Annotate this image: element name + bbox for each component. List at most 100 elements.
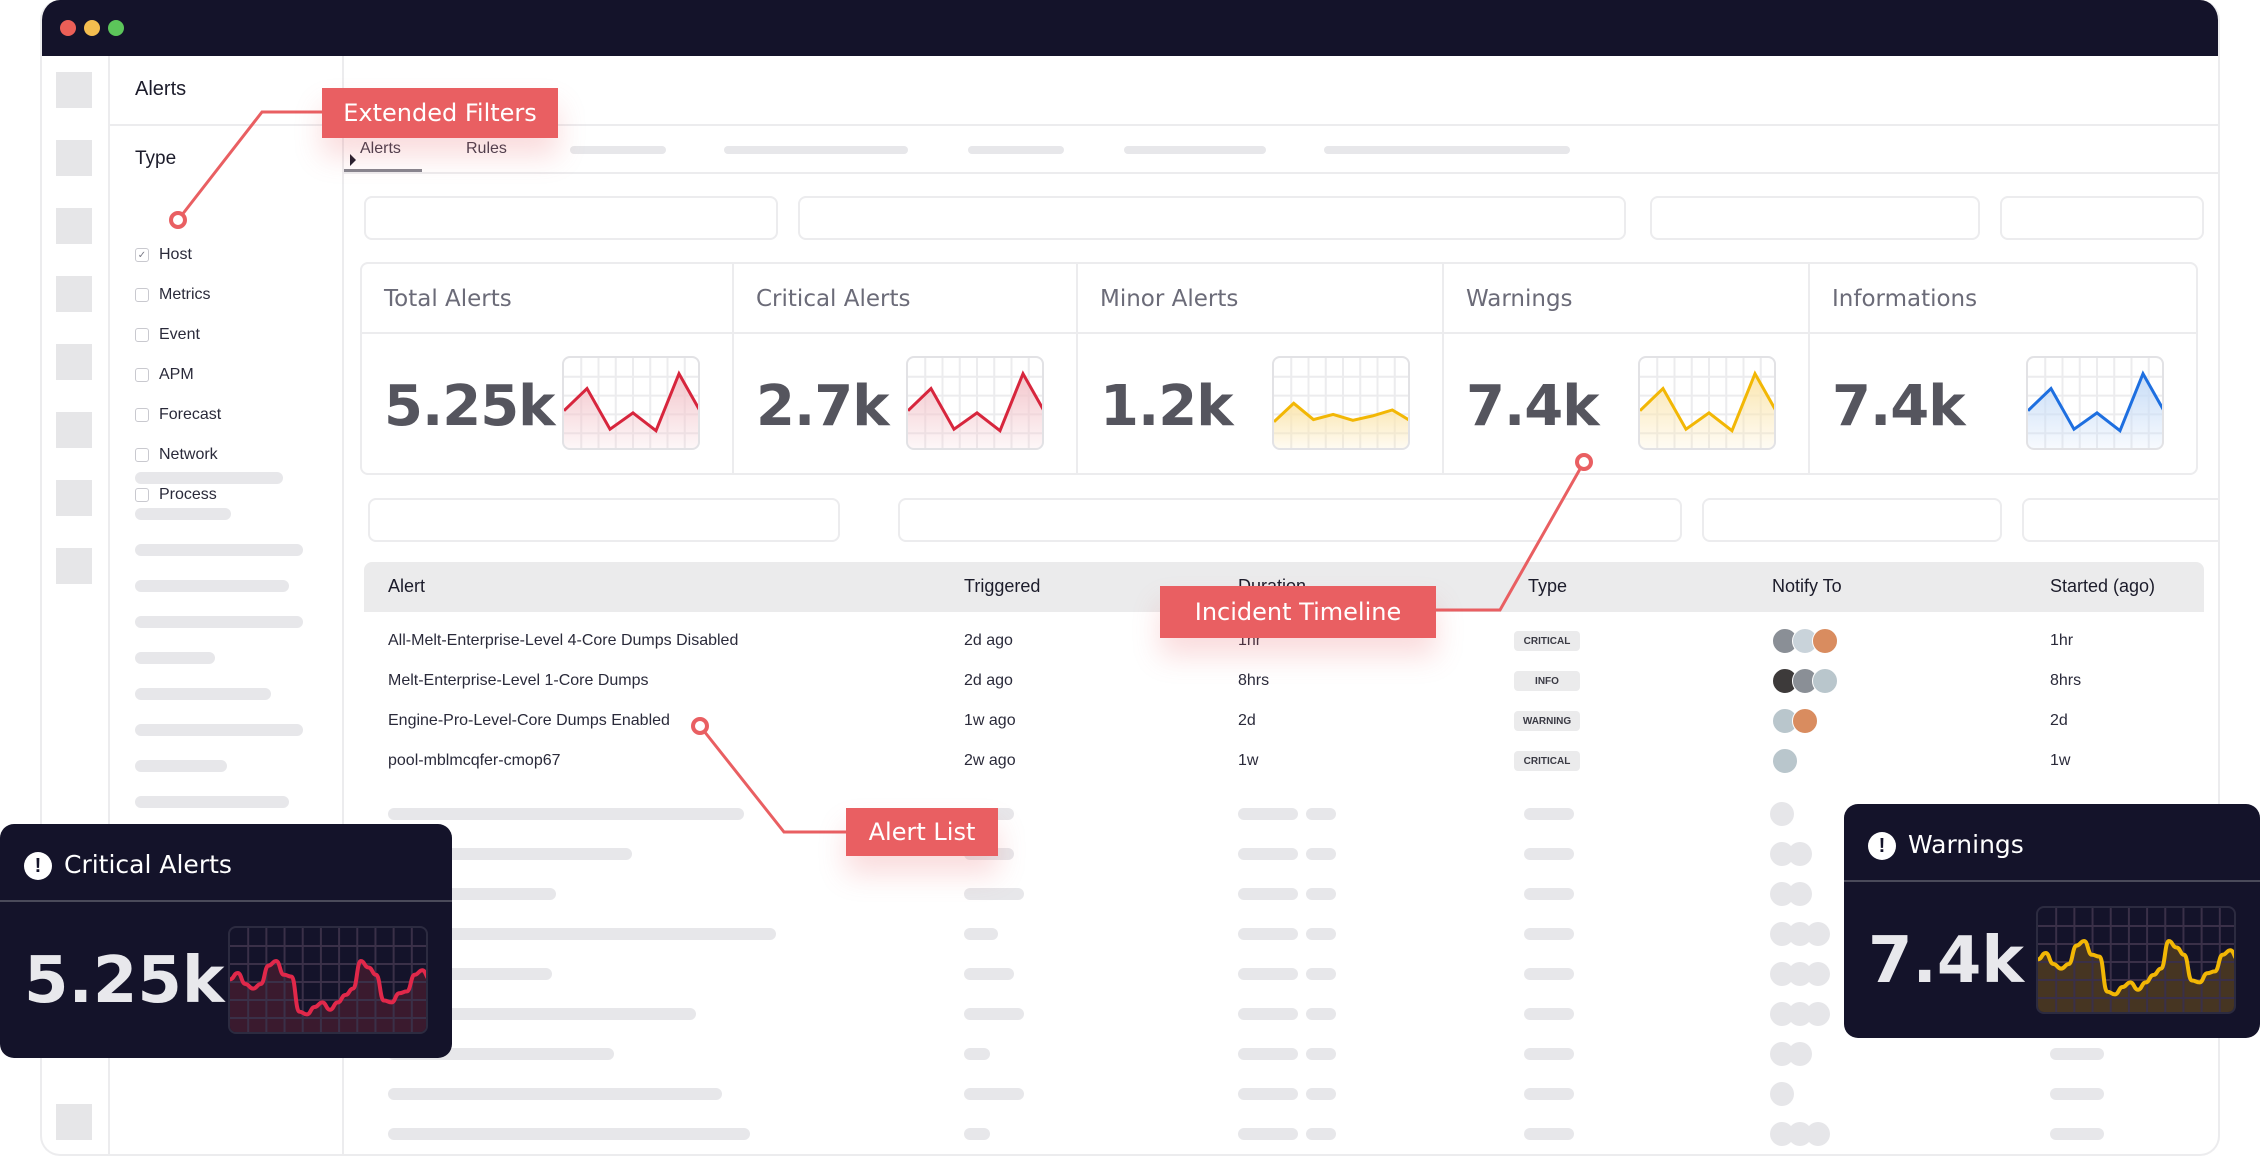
skeleton-avatar — [1770, 802, 1794, 826]
filter-option-apm[interactable]: APM — [135, 364, 194, 386]
tab-placeholder[interactable] — [1124, 146, 1266, 154]
filter-option-metrics[interactable]: Metrics — [135, 284, 211, 306]
column-header-triggered[interactable]: Triggered — [964, 576, 1040, 597]
column-header-alert[interactable]: Alert — [388, 576, 425, 597]
skeleton-line — [2050, 1128, 2104, 1140]
skeleton-line — [1238, 1128, 1298, 1140]
floating-card-warnings: ! Warnings 7.4k — [1844, 804, 2260, 1038]
filter-input[interactable] — [2022, 498, 2218, 542]
avatar[interactable] — [1812, 628, 1838, 654]
type-badge: CRITICAL — [1514, 751, 1580, 771]
skeleton-line — [2050, 1088, 2104, 1100]
skeleton-line — [964, 968, 1014, 980]
maximize-window-button[interactable] — [108, 20, 124, 36]
search-input[interactable] — [898, 498, 1682, 542]
skeleton-line — [1238, 808, 1298, 820]
stat-title: Informations — [1832, 286, 1978, 312]
divider — [344, 124, 2218, 126]
notify-avatars[interactable] — [1772, 628, 1838, 654]
card-value: 7.4k — [1868, 924, 2024, 998]
nav-icon[interactable] — [56, 140, 92, 176]
tab-rules[interactable]: Rules — [466, 140, 507, 158]
skeleton-line — [135, 616, 303, 628]
filter-input[interactable] — [1650, 196, 1980, 240]
filter-input[interactable] — [364, 196, 778, 240]
skeleton-avatar — [1770, 1082, 1794, 1106]
column-header-notify-to[interactable]: Notify To — [1772, 576, 1842, 597]
duration-value: 1w — [1238, 752, 1259, 769]
filter-option-label: APM — [159, 366, 194, 383]
nav-icon[interactable] — [56, 480, 92, 516]
checkbox[interactable] — [135, 448, 149, 462]
stat-sparkline — [906, 356, 1044, 450]
sparkline-area — [2038, 941, 2234, 1012]
skeleton-line — [1238, 968, 1298, 980]
tab-placeholder[interactable] — [1324, 146, 1570, 154]
tab-alerts[interactable]: Alerts — [360, 140, 401, 158]
search-input[interactable] — [798, 196, 1626, 240]
checkbox[interactable] — [135, 368, 149, 382]
skeleton-avatar — [1806, 922, 1830, 946]
stat-title: Total Alerts — [384, 286, 512, 312]
stat-value: 2.7k — [756, 374, 889, 439]
nav-icon[interactable] — [56, 548, 92, 584]
alert-name[interactable]: Melt-Enterprise-Level 1-Core Dumps — [388, 672, 649, 690]
alert-name[interactable]: All-Melt-Enterprise-Level 4-Core Dumps D… — [388, 632, 738, 650]
checkbox[interactable] — [135, 328, 149, 342]
stat-card-critical-alerts[interactable]: Critical Alerts 2.7k — [734, 264, 1078, 473]
column-header-type[interactable]: Type — [1528, 576, 1567, 597]
column-header-started[interactable]: Started (ago) — [2050, 576, 2155, 597]
card-sparkline — [2036, 906, 2236, 1014]
stats-panel: Total Alerts 5.25k Critical Alerts 2.7k Mino… — [360, 262, 2198, 475]
checkbox[interactable] — [135, 288, 149, 302]
skeleton-line — [135, 796, 289, 808]
filter-input[interactable] — [1702, 498, 2002, 542]
skeleton-line — [1524, 968, 1574, 980]
filter-option-forecast[interactable]: Forecast — [135, 404, 221, 426]
stat-card-warnings[interactable]: Warnings 7.4k — [1444, 264, 1810, 473]
nav-icon[interactable] — [56, 208, 92, 244]
stat-card-informations[interactable]: Informations 7.4k — [1810, 264, 2198, 473]
tab-placeholder[interactable] — [570, 146, 666, 154]
nav-icon[interactable] — [56, 72, 92, 108]
nav-icon[interactable] — [56, 1104, 92, 1140]
nav-icon[interactable] — [56, 276, 92, 312]
avatar[interactable] — [1812, 668, 1838, 694]
skeleton-line — [1238, 888, 1298, 900]
tab-placeholder[interactable] — [968, 146, 1064, 154]
alert-name[interactable]: pool-mblmcqfer-cmop67 — [388, 752, 561, 770]
checkbox[interactable] — [135, 408, 149, 422]
stat-card-total-alerts[interactable]: Total Alerts 5.25k — [362, 264, 734, 473]
checkbox[interactable] — [135, 488, 149, 502]
close-window-button[interactable] — [60, 20, 76, 36]
skeleton-line — [135, 472, 283, 484]
alert-name[interactable]: Engine-Pro-Level-Core Dumps Enabled — [388, 712, 670, 730]
notify-avatars[interactable] — [1772, 708, 1818, 734]
card-sparkline — [228, 926, 428, 1034]
skeleton-line — [1524, 928, 1574, 940]
nav-icon[interactable] — [56, 344, 92, 380]
avatar[interactable] — [1792, 708, 1818, 734]
started-value: 8hrs — [2050, 672, 2082, 689]
filter-option-network[interactable]: Network — [135, 444, 218, 466]
card-header — [1844, 804, 2260, 882]
skeleton-line — [135, 724, 303, 736]
exclamation-icon: ! — [24, 852, 52, 880]
stat-card-minor-alerts[interactable]: Minor Alerts 1.2k — [1078, 264, 1444, 473]
nav-icon[interactable] — [56, 412, 92, 448]
minimize-window-button[interactable] — [84, 20, 100, 36]
checkbox[interactable]: ✓ — [135, 248, 149, 262]
filter-option-host[interactable]: ✓ Host — [135, 244, 192, 266]
filter-input[interactable] — [2000, 196, 2204, 240]
notify-avatars[interactable] — [1772, 748, 1798, 774]
filter-group-label: Type — [135, 148, 177, 169]
filter-option-label: Forecast — [159, 406, 222, 423]
tab-placeholder[interactable] — [724, 146, 908, 154]
avatar[interactable] — [1772, 748, 1798, 774]
filter-option-process[interactable]: Process — [135, 484, 217, 506]
type-badge: CRITICAL — [1514, 631, 1580, 651]
filter-option-event[interactable]: Event — [135, 324, 200, 346]
started-value: 1hr — [2050, 632, 2074, 649]
filter-input[interactable] — [368, 498, 840, 542]
notify-avatars[interactable] — [1772, 668, 1838, 694]
